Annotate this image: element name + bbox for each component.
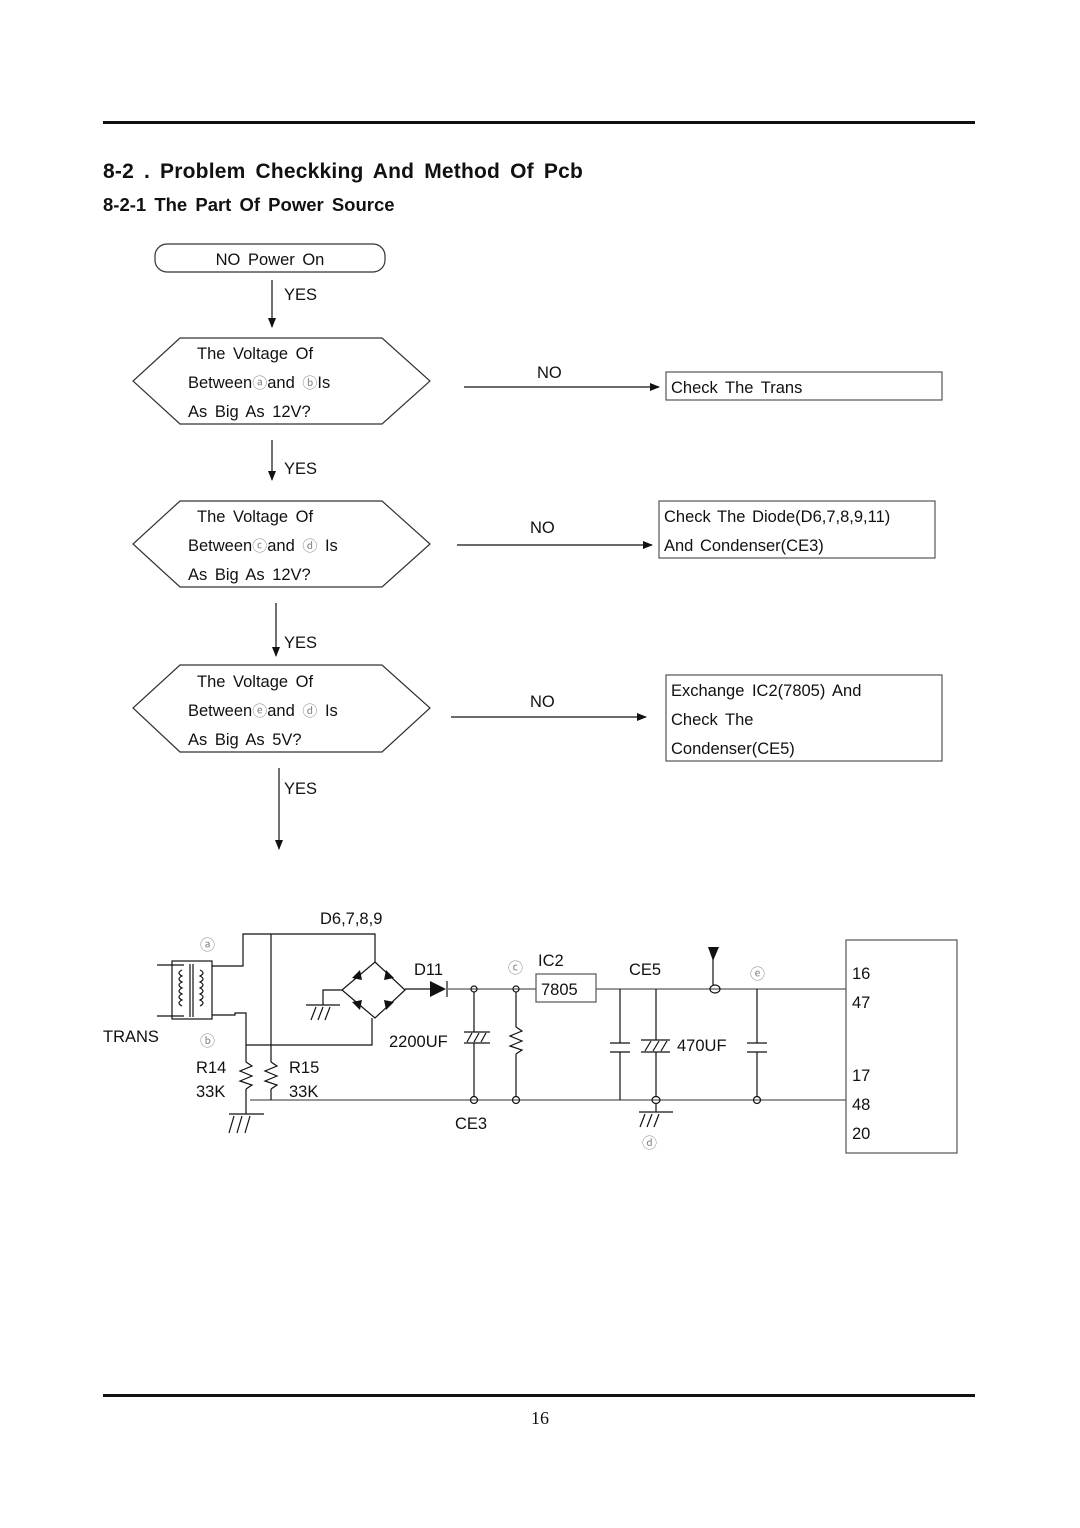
no-label-1: NO (537, 364, 562, 382)
mcu-block: 16 47 17 48 20 (845, 939, 958, 1154)
decision-3-line3: As Big As 5V? (188, 731, 302, 749)
ce3-label: CE3 (455, 1115, 487, 1133)
decision-1-line3: As Big As 12V? (188, 403, 311, 421)
r15-label: R15 (289, 1059, 319, 1077)
decision-1-line2: Betweenⓐand ⓑIs (188, 374, 330, 392)
marker-b: ⓑ (200, 1033, 215, 1050)
diode-d11-icon (430, 981, 448, 997)
decision-2: The Voltage Of Betweenⓒand ⓓ Is As Big A… (132, 500, 431, 588)
marker-a: ⓐ (200, 937, 215, 954)
action-box-2: Check The Diode(D6,7,8,9,11) And Condens… (658, 500, 936, 559)
pin-label: 17 (852, 1067, 870, 1085)
power-schematic: TRANS ⓐ ⓑ D6,7,8,9 D11 2200UF CE3 ⓒ 7805… (103, 910, 958, 1154)
transformer-icon (157, 960, 213, 1020)
capacitor-icon (610, 989, 630, 1100)
action-3-line1: Exchange IC2(7805) And (671, 682, 861, 700)
yes-label-1: YES (284, 286, 317, 304)
ce3-value: 2200UF (389, 1033, 448, 1051)
bridge-rectifier-icon (306, 961, 406, 1021)
start-label: NO Power On (216, 251, 325, 269)
decision-2-line3: As Big As 12V? (188, 566, 311, 584)
pin-label: 47 (852, 994, 870, 1012)
trans-label: TRANS (103, 1028, 159, 1046)
capacitor-ce3-icon (464, 992, 490, 1097)
vcc-arrow-icon (708, 947, 719, 985)
decision-3-line1: The Voltage Of (197, 673, 313, 691)
resistor-icon (508, 992, 524, 1096)
bridge-label: D6,7,8,9 (320, 910, 382, 928)
action-3-line3: Condenser(CE5) (671, 740, 795, 758)
flowchart-and-schematic: NO Power On YES The Voltage Of Betweenⓐa… (103, 243, 958, 1154)
resistor-r15-icon (263, 1061, 279, 1100)
ce5-label: CE5 (629, 961, 661, 979)
decision-1: The Voltage Of Betweenⓐand ⓑIs As Big As… (132, 337, 431, 425)
ce5-value: 470UF (677, 1037, 727, 1055)
action-box-3: Exchange IC2(7805) And Check The Condens… (665, 674, 943, 762)
r14-value: 33K (196, 1083, 225, 1101)
capacitor-ce5-icon (639, 989, 673, 1128)
decision-2-line1: The Voltage Of (197, 508, 313, 526)
resistor-r14-icon (228, 1061, 264, 1134)
action-3-line2: Check The (671, 711, 754, 729)
decision-3: The Voltage Of Betweenⓔand ⓓ Is As Big A… (132, 664, 431, 753)
r15-value: 33K (289, 1083, 318, 1101)
action-2-line2: And Condenser(CE3) (664, 537, 824, 555)
no-label-3: NO (530, 693, 555, 711)
marker-e: ⓔ (750, 966, 765, 983)
d11-label: D11 (414, 961, 443, 979)
r14-label: R14 (196, 1059, 226, 1077)
action-2-line1: Check The Diode(D6,7,8,9,11) (664, 508, 890, 526)
pin-label: 16 (852, 965, 870, 983)
yes-label-3: YES (284, 634, 317, 652)
ic2-regulator: 7805 (535, 973, 597, 1003)
yes-label-4: YES (284, 780, 317, 798)
marker-c: ⓒ (508, 960, 523, 977)
marker-d: ⓓ (642, 1135, 657, 1152)
decision-3-line2: Betweenⓔand ⓓ Is (188, 702, 338, 720)
ic2-label: IC2 (538, 952, 564, 970)
no-label-2: NO (530, 519, 555, 537)
capacitor-icon (747, 989, 767, 1097)
pin-label: 20 (852, 1125, 870, 1143)
page-number: 16 (531, 1408, 549, 1428)
action-box-1: Check The Trans (665, 371, 943, 401)
bottom-rule (103, 1394, 975, 1397)
start-terminal: NO Power On (154, 243, 386, 273)
action-1-line1: Check The Trans (671, 379, 802, 397)
decision-2-line2: Betweenⓒand ⓓ Is (188, 537, 338, 555)
yes-label-2: YES (284, 460, 317, 478)
pin-label: 48 (852, 1096, 870, 1114)
decision-1-line1: The Voltage Of (197, 345, 313, 363)
ic2-part: 7805 (541, 981, 578, 999)
